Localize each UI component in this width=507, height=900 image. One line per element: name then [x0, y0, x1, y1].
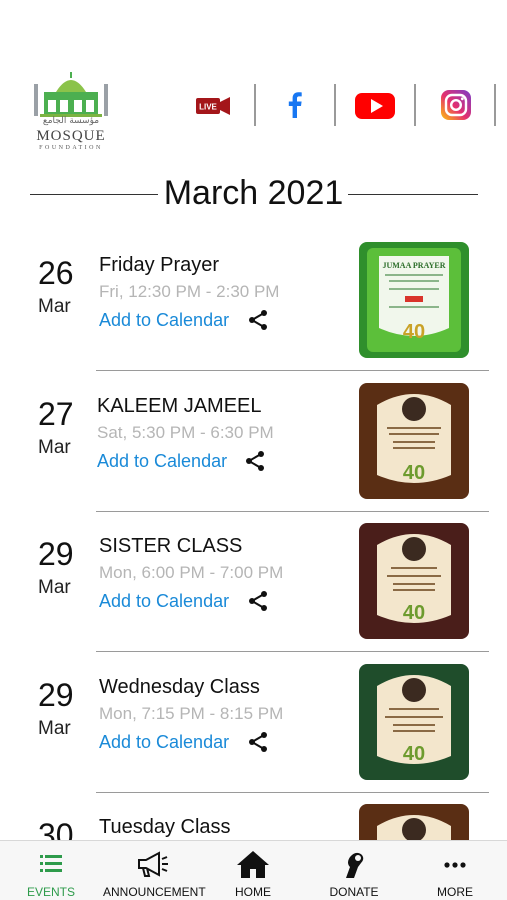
event-title: SISTER CLASS [99, 535, 243, 557]
divider [96, 651, 489, 652]
event-day: 29 [38, 536, 74, 572]
nav-home[interactable]: HOME [203, 841, 303, 900]
event-item[interactable]: 26 Mar Friday Prayer Fri, 12:30 PM - 2:3… [0, 240, 507, 380]
nav-more[interactable]: MORE [405, 841, 505, 900]
add-to-calendar-link[interactable]: Add to Calendar [99, 591, 229, 612]
event-month: Mar [38, 577, 71, 598]
svg-text:40: 40 [403, 602, 425, 624]
thumbnail-heading: JUMAA PRAYER [382, 261, 445, 270]
mosque-foundation-logo[interactable]: مؤسسة الجامع MOSQUE FOUNDATION [28, 70, 114, 151]
nav-donate[interactable]: DONATE [304, 841, 404, 900]
youtube-icon[interactable] [355, 84, 395, 126]
event-item[interactable]: 29 Mar SISTER CLASS Mon, 6:00 PM - 7:00 … [0, 521, 507, 661]
megaphone-icon [138, 851, 168, 877]
share-icon[interactable] [243, 449, 267, 473]
event-day: 30 [38, 817, 74, 840]
event-thumbnail[interactable]: 40 [359, 523, 469, 639]
bottom-navigation: EVENTS ANNOUNCEMENT HOME DONATE MORE [0, 840, 507, 900]
month-line-right [348, 194, 478, 195]
facebook-icon[interactable] [284, 84, 306, 126]
event-thumbnail[interactable]: 40 [359, 383, 469, 499]
event-month: Mar [38, 296, 71, 317]
list-icon [40, 855, 62, 872]
event-item[interactable]: 29 Mar Wednesday Class Mon, 7:15 PM - 8:… [0, 662, 507, 802]
add-to-calendar-link[interactable]: Add to Calendar [97, 451, 227, 472]
separator [254, 84, 256, 126]
event-thumbnail[interactable]: JUMAA PRAYER 40 [359, 242, 469, 358]
divider [96, 370, 489, 371]
divider [96, 511, 489, 512]
share-icon[interactable] [246, 730, 270, 754]
nav-label: DONATE [329, 885, 379, 899]
event-day: 26 [38, 255, 74, 291]
logo-subtitle: FOUNDATION [39, 145, 103, 151]
separator [494, 84, 496, 126]
share-icon[interactable] [246, 308, 270, 332]
event-day: 29 [38, 677, 74, 713]
svg-text:40: 40 [403, 462, 425, 484]
more-dots-icon [444, 862, 466, 868]
event-title: Wednesday Class [99, 676, 260, 698]
separator [334, 84, 336, 126]
event-month: Mar [38, 718, 71, 739]
nav-announcement[interactable]: ANNOUNCEMENT [103, 841, 206, 900]
event-month: Mar [38, 437, 71, 458]
share-icon[interactable] [246, 589, 270, 613]
event-thumbnail[interactable]: 40 [359, 664, 469, 780]
nav-label: ANNOUNCEMENT [103, 885, 206, 899]
event-day: 27 [38, 396, 74, 432]
instagram-icon[interactable] [440, 84, 472, 126]
event-item[interactable]: 27 Mar KALEEM JAMEEL Sat, 5:30 PM - 6:30… [0, 381, 507, 521]
event-time: Mon, 7:15 PM - 8:15 PM [99, 704, 284, 723]
donate-hand-icon [346, 852, 364, 878]
event-time: Sat, 5:30 PM - 6:30 PM [97, 423, 274, 442]
separator [414, 84, 416, 126]
month-header: March 2021 [0, 170, 507, 218]
svg-text:40: 40 [403, 743, 425, 765]
mosque-dome-icon [34, 72, 108, 117]
event-item[interactable]: 30 Tuesday Class [0, 802, 507, 840]
header: مؤسسة الجامع MOSQUE FOUNDATION LIVE [0, 60, 507, 160]
event-title: KALEEM JAMEEL [97, 395, 262, 417]
svg-text:40: 40 [403, 321, 425, 343]
add-to-calendar-link[interactable]: Add to Calendar [99, 732, 229, 753]
logo-arabic-text: مؤسسة الجامع [42, 116, 100, 126]
nav-label: EVENTS [26, 885, 75, 899]
home-icon [237, 851, 269, 878]
live-video-icon[interactable]: LIVE [196, 84, 232, 126]
nav-label: MORE [437, 885, 473, 899]
nav-label: HOME [235, 885, 271, 899]
live-label: LIVE [199, 103, 217, 112]
event-thumbnail[interactable] [359, 804, 469, 840]
event-time: Mon, 6:00 PM - 7:00 PM [99, 563, 284, 582]
event-title: Tuesday Class [99, 816, 231, 838]
event-title: Friday Prayer [99, 254, 220, 276]
nav-events[interactable]: EVENTS [1, 841, 101, 900]
add-to-calendar-link[interactable]: Add to Calendar [99, 310, 229, 331]
divider [96, 792, 489, 793]
event-time: Fri, 12:30 PM - 2:30 PM [99, 282, 280, 301]
logo-name: MOSQUE [36, 128, 106, 144]
